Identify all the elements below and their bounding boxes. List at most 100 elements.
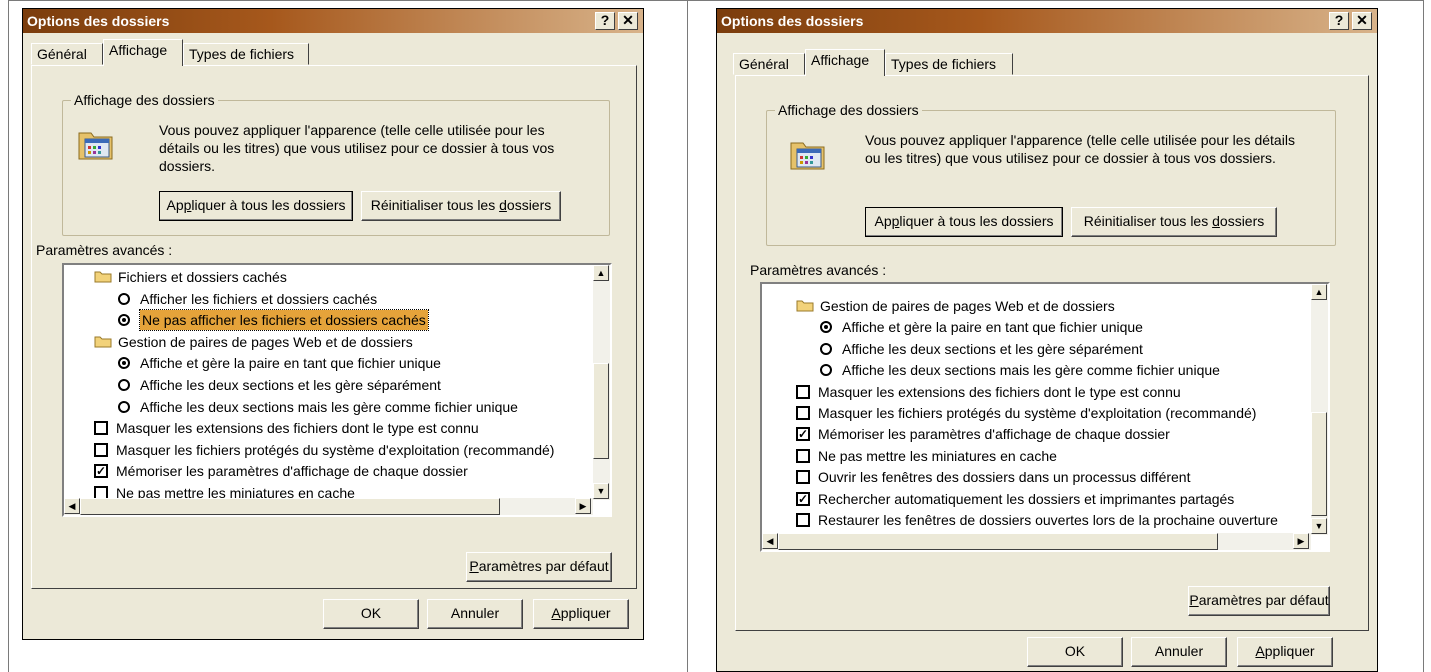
scroll-right-button[interactable]: ▶	[1293, 533, 1309, 549]
setting-radio-row[interactable]: Affiche les deux sections et les gère sé…	[64, 375, 584, 395]
tab-general[interactable]: Général	[733, 53, 805, 75]
setting-label: Rechercher automatiquement les dossiers …	[818, 490, 1235, 507]
setting-checkbox-row[interactable]: Masquer les extensions des fichiers dont…	[64, 418, 584, 438]
tab-types-fichiers[interactable]: Types de fichiers	[183, 43, 309, 65]
checkbox[interactable]	[796, 384, 810, 399]
radio-button[interactable]	[118, 400, 130, 413]
ok-button[interactable]: OK	[1027, 637, 1123, 667]
dialog-title: Options des dossiers	[27, 13, 170, 29]
folder-view-group: Affichage des dossiers Vous pouvez appli…	[62, 92, 610, 236]
radio-button[interactable]	[118, 292, 130, 305]
setting-checkbox-row[interactable]: Ouvrir les fenêtres des dossiers dans un…	[762, 467, 1282, 487]
group-legend: Affichage des dossiers	[71, 92, 218, 108]
setting-label: Affiche les deux sections mais les gère …	[842, 362, 1220, 379]
cancel-button[interactable]: Annuler	[1131, 637, 1227, 667]
cancel-button[interactable]: Annuler	[427, 599, 523, 629]
checkbox[interactable]	[796, 448, 810, 463]
radio-button[interactable]	[118, 357, 130, 370]
setting-label: Masquer les extensions des fichiers dont…	[116, 420, 479, 437]
apply-to-all-folders-button[interactable]: Appliquer à tous les dossiers	[159, 191, 353, 221]
setting-checkbox-row[interactable]: Masquer les extensions des fichiers dont…	[762, 382, 1282, 402]
setting-checkbox-row[interactable]: Masquer les fichiers protégés du système…	[762, 403, 1282, 423]
table-border-left	[8, 0, 9, 672]
title-bar[interactable]: Options des dossiers ? ✕	[23, 9, 643, 33]
tab-types-fichiers[interactable]: Types de fichiers	[885, 53, 1013, 75]
advanced-settings-label: Paramètres avancés :	[36, 242, 173, 258]
scroll-up-button[interactable]: ▲	[1311, 284, 1327, 300]
setting-radio-row[interactable]: Affiche les deux sections mais les gère …	[762, 360, 1282, 380]
scroll-down-button[interactable]: ▼	[1311, 518, 1327, 534]
title-bar[interactable]: Options des dossiers ? ✕	[717, 9, 1377, 33]
scroll-up-button[interactable]: ▲	[593, 265, 609, 281]
radio-button[interactable]	[118, 379, 130, 391]
help-button[interactable]: ?	[595, 12, 615, 30]
setting-group-row[interactable]: Gestion de paires de pages Web et de dos…	[64, 332, 584, 352]
help-icon: ?	[600, 12, 610, 28]
advanced-settings-list[interactable]: Fichiers et dossiers cachés Afficher les …	[62, 263, 612, 517]
setting-checkbox-row[interactable]: Ne pas mettre les miniatures en cache	[762, 446, 1282, 466]
setting-checkbox-row[interactable]: ✓ Mémoriser les paramètres d'affichage de…	[64, 461, 584, 481]
radio-button[interactable]	[118, 314, 130, 327]
setting-radio-row[interactable]: Affiche et gère la paire en tant que fic…	[762, 317, 1282, 337]
h-scroll-thumb[interactable]	[778, 533, 1218, 550]
scroll-thumb[interactable]	[1311, 412, 1327, 516]
tab-affichage[interactable]: Affichage	[103, 39, 183, 66]
checkmark-icon[interactable]: ✓	[796, 491, 810, 506]
setting-checkbox-row[interactable]: Masquer les fichiers protégés du système…	[64, 440, 584, 460]
setting-group-row[interactable]: Gestion de paires de pages Web et de dos…	[762, 296, 1282, 316]
advanced-settings-list[interactable]: Gestion de paires de pages Web et de dos…	[760, 282, 1330, 552]
horizontal-scrollbar[interactable]: ◀ ▶	[762, 533, 1311, 550]
setting-label: Affiche les deux sections et les gère sé…	[140, 377, 441, 393]
close-icon: ✕	[1356, 12, 1368, 28]
setting-checkbox-row[interactable]: Restaurer les fenêtres de dossiers ouver…	[762, 510, 1282, 530]
help-button[interactable]: ?	[1329, 12, 1349, 30]
restore-defaults-button[interactable]: Paramètres par défaut	[1188, 586, 1330, 616]
setting-radio-row[interactable]: Affiche les deux sections et les gère sé…	[762, 339, 1282, 359]
scroll-thumb[interactable]	[593, 363, 609, 459]
scroll-right-button[interactable]: ▶	[575, 498, 591, 514]
radio-button[interactable]	[820, 364, 832, 377]
table-border-right	[1423, 0, 1424, 672]
close-icon: ✕	[622, 12, 634, 28]
tab-general[interactable]: Général	[31, 43, 103, 65]
radio-button[interactable]	[820, 342, 832, 355]
h-scroll-thumb[interactable]	[80, 498, 500, 515]
checkmark-icon[interactable]: ✓	[94, 464, 108, 479]
folder-options-dialog: Options des dossiers ? ✕ Général Afficha…	[22, 8, 644, 640]
checkbox[interactable]	[94, 442, 108, 457]
checkbox[interactable]	[796, 406, 810, 420]
tab-affichage[interactable]: Affichage	[805, 49, 885, 76]
setting-group-row[interactable]: Fichiers et dossiers cachés	[64, 267, 584, 287]
apply-to-all-folders-button[interactable]: Appliquer à tous les dossiers	[865, 207, 1063, 237]
close-button[interactable]: ✕	[1352, 12, 1372, 30]
scroll-left-button[interactable]: ◀	[762, 533, 778, 549]
checkbox[interactable]	[796, 513, 810, 527]
checkbox[interactable]	[796, 470, 810, 485]
checkbox[interactable]	[94, 421, 108, 436]
close-button[interactable]: ✕	[618, 12, 638, 30]
radio-button[interactable]	[820, 321, 832, 334]
apply-button[interactable]: Appliquer	[1237, 637, 1333, 667]
reset-all-folders-button[interactable]: Réinitialiser tous les dossiers	[361, 191, 561, 221]
vertical-scrollbar[interactable]: ▲ ▼	[593, 265, 610, 500]
folder-icon	[796, 300, 814, 312]
checkmark-icon[interactable]: ✓	[796, 427, 810, 442]
dialog-title: Options des dossiers	[721, 13, 864, 29]
scroll-down-button[interactable]: ▼	[593, 483, 609, 499]
folder-view-group: Affichage des dossiers Vous pouvez appli…	[766, 102, 1336, 246]
setting-radio-row[interactable]: Afficher les fichiers et dossiers cachés	[64, 289, 584, 309]
vertical-scrollbar[interactable]: ▲ ▼	[1311, 284, 1328, 535]
apply-button[interactable]: Appliquer	[533, 599, 629, 629]
ok-button[interactable]: OK	[323, 599, 419, 629]
restore-defaults-button[interactable]: Paramètres par défaut	[466, 552, 612, 582]
scroll-left-button[interactable]: ◀	[64, 498, 80, 514]
horizontal-scrollbar[interactable]: ◀ ▶	[64, 498, 593, 515]
setting-radio-row[interactable]: Affiche les deux sections mais les gère …	[64, 397, 584, 417]
setting-checkbox-row[interactable]: ✓ Rechercher automatiquement les dossiers…	[762, 489, 1282, 509]
setting-checkbox-row[interactable]: ✓ Mémoriser les paramètres d'affichage de…	[762, 424, 1282, 444]
setting-radio-row[interactable]: Ne pas afficher les fichiers et dossiers…	[64, 309, 584, 332]
reset-all-folders-button[interactable]: Réinitialiser tous les dossiers	[1071, 207, 1277, 237]
setting-radio-row[interactable]: Affiche et gère la paire en tant que fic…	[64, 353, 584, 373]
setting-label: Affiche les deux sections et les gère sé…	[842, 340, 1143, 357]
setting-label: Fichiers et dossiers cachés	[118, 269, 287, 285]
